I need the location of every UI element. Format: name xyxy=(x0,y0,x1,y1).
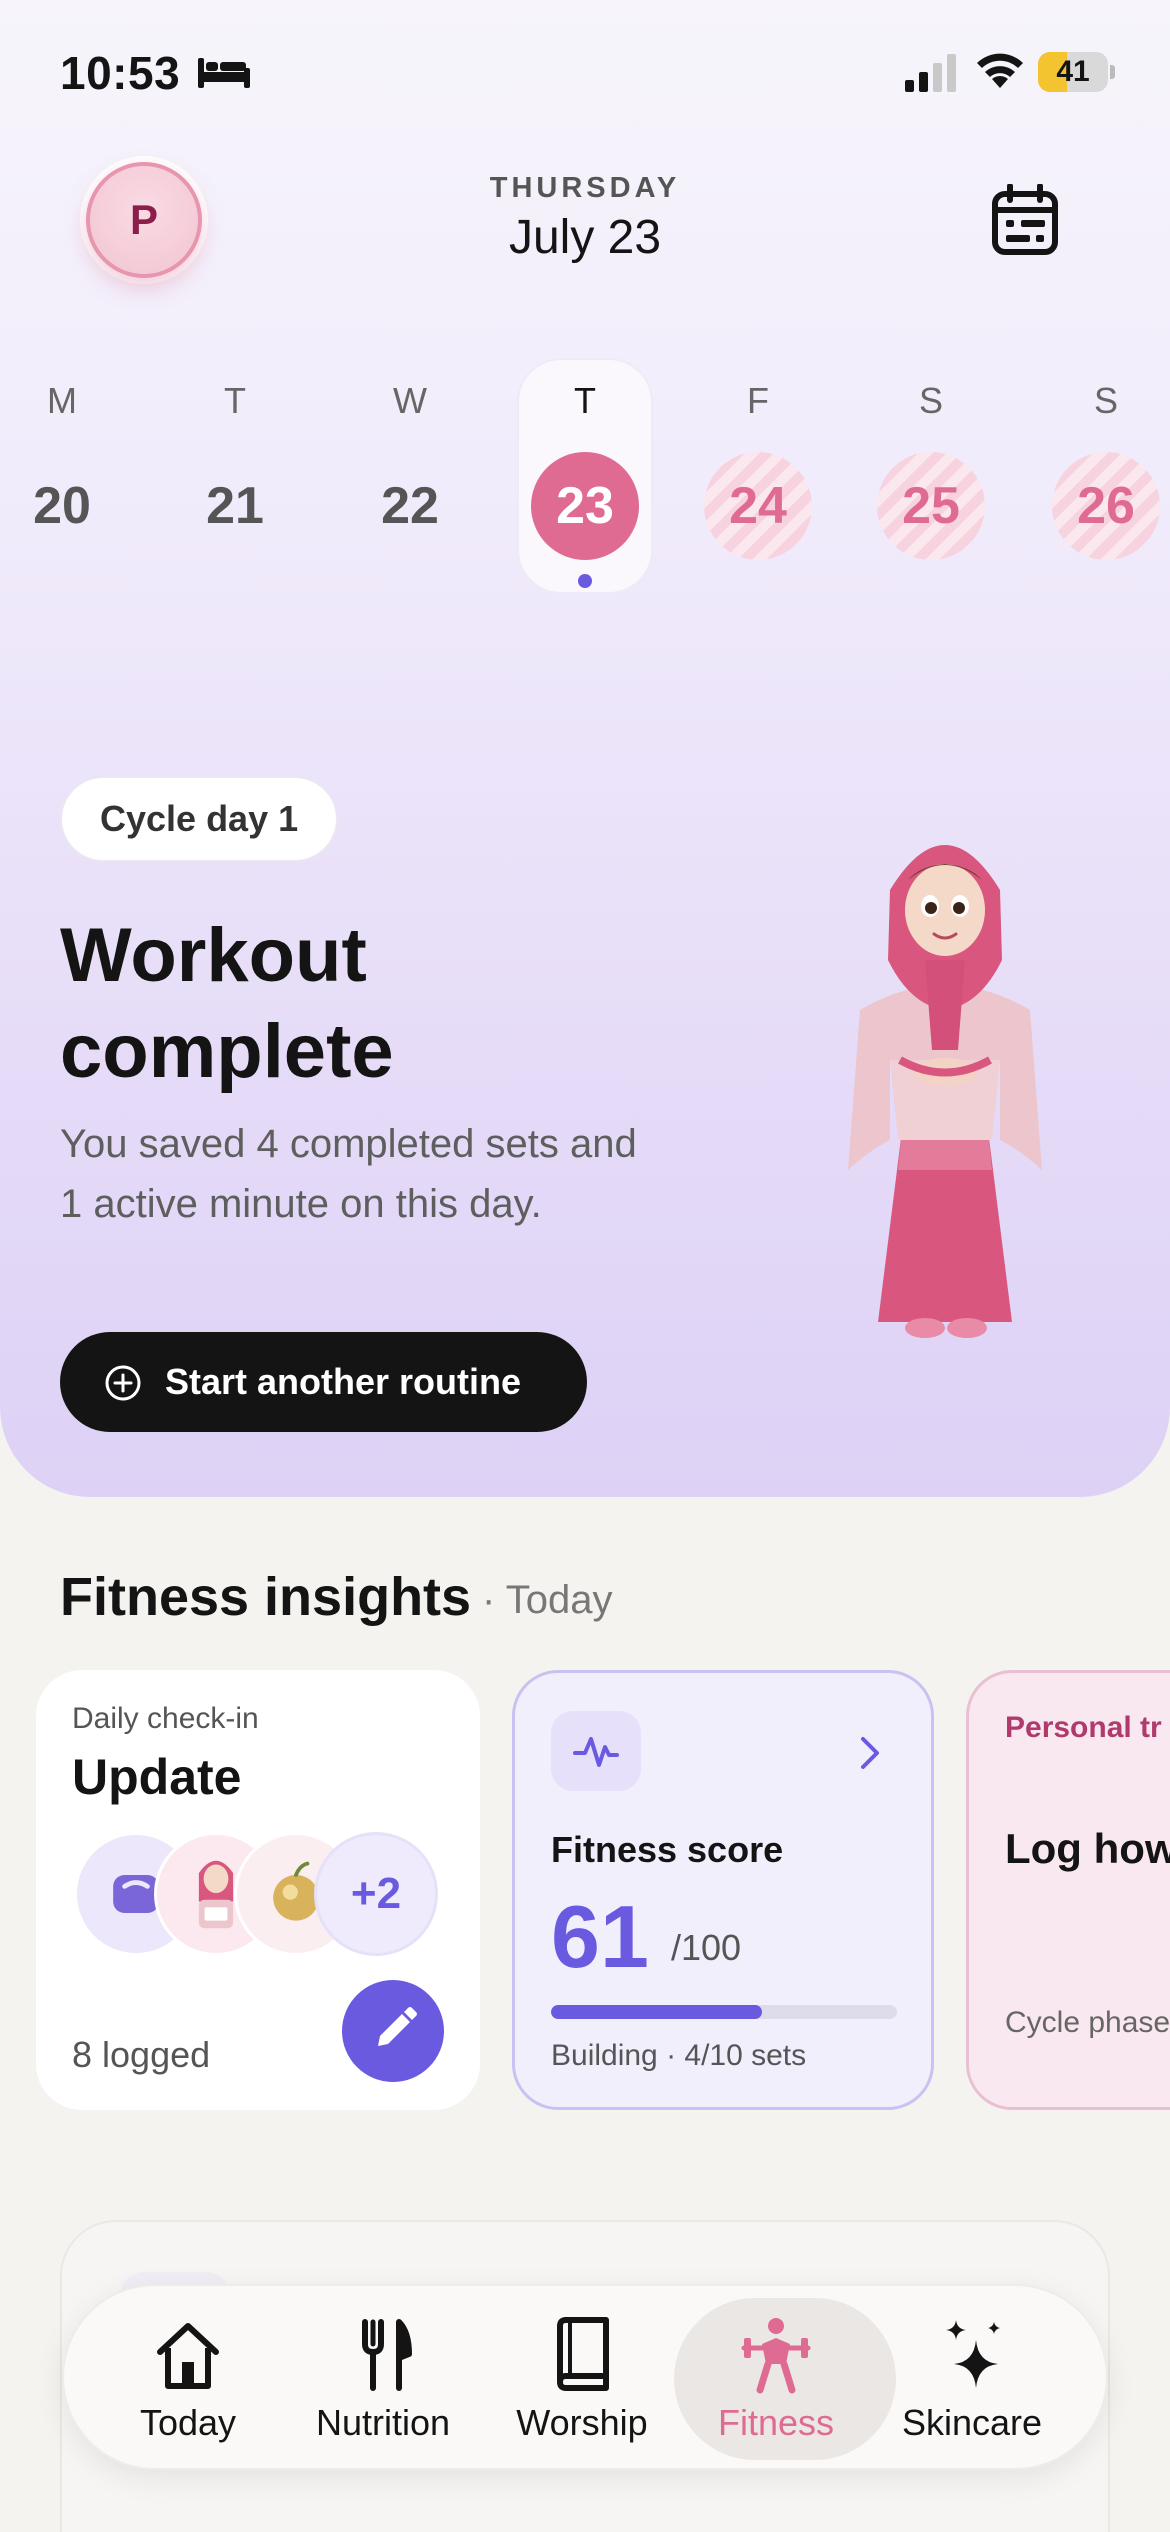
hero-title: Workout complete xyxy=(60,913,394,1094)
checkin-logged-count: 8 logged xyxy=(72,2034,211,2075)
avatar[interactable]: P xyxy=(86,162,202,278)
battery-indicator: 41 xyxy=(1038,52,1115,92)
header-date: July 23 xyxy=(508,211,662,264)
fitness-score-value: 61 xyxy=(551,1887,649,1986)
tab-label: Nutrition xyxy=(315,2402,451,2443)
insights-title: Fitness insights xyxy=(60,1567,472,1627)
day-letter: T xyxy=(224,380,246,421)
start-routine-button[interactable]: Start another routine xyxy=(60,1332,587,1432)
insights-subtitle: · Today xyxy=(482,1578,613,1622)
day-number: 23 xyxy=(531,452,639,560)
tab-skincare[interactable]: Skincare xyxy=(872,2286,1072,2472)
day-letter: S xyxy=(1093,380,1118,421)
day-number: 22 xyxy=(381,477,439,535)
tab-label: Skincare xyxy=(901,2402,1043,2443)
status-time: 10:53 xyxy=(60,47,181,99)
tab-label: Fitness xyxy=(717,2402,835,2443)
day-letter: W xyxy=(393,380,427,421)
house-icon xyxy=(157,2323,219,2389)
tab-today[interactable]: Today xyxy=(88,2286,288,2472)
day-monday[interactable]: M 20 xyxy=(0,360,142,590)
pulse-icon xyxy=(551,1711,641,1791)
wifi-icon xyxy=(977,53,1023,88)
day-letter: S xyxy=(918,380,943,421)
day-letter: T xyxy=(574,380,596,421)
header-day-name: THURSDAY xyxy=(489,172,681,204)
day-thursday-selected[interactable]: T 23 xyxy=(505,358,665,594)
day-number: 26 xyxy=(1052,452,1160,560)
week-strip: M 20 T 21 W 22 T 23 F 24 S 25 S 26 xyxy=(0,358,1170,600)
day-number: 25 xyxy=(877,452,985,560)
personal-small-label: Personal tr xyxy=(1005,1711,1162,1744)
more-items-badge: +2 xyxy=(314,1832,438,1956)
fitness-score-card[interactable]: Fitness score 61 /100 Building · 4/10 se… xyxy=(512,1670,934,2110)
hijabi-character-illustration xyxy=(848,845,1042,1338)
day-letter: F xyxy=(747,380,769,421)
day-number: 20 xyxy=(33,477,91,535)
book-icon xyxy=(557,2317,609,2391)
tab-fitness[interactable]: Fitness xyxy=(674,2286,896,2472)
fitness-score-footer: Building · 4/10 sets xyxy=(551,2039,807,2072)
fitness-score-max: /100 xyxy=(671,1927,742,1968)
bed-icon xyxy=(198,58,250,88)
edit-checkin-button[interactable] xyxy=(342,1980,444,2082)
tab-label: Worship xyxy=(516,2402,648,2443)
day-letter: M xyxy=(47,380,77,421)
start-routine-label: Start another routine xyxy=(165,1361,522,1402)
tab-nutrition[interactable]: Nutrition xyxy=(283,2286,483,2472)
personal-title: Log how workout xyxy=(1005,1825,1170,1872)
bottom-tab-bar: Today Nutrition Worship Fitness Skincare xyxy=(62,2284,1108,2470)
fitness-score-progress-fill xyxy=(551,2005,763,2019)
day-sunday[interactable]: S 26 xyxy=(1026,360,1170,590)
checkin-small-label: Daily check-in xyxy=(72,1702,259,1735)
battery-level: 41 xyxy=(1056,55,1090,88)
fork-knife-icon xyxy=(362,2319,412,2391)
fitness-score-progress xyxy=(551,2005,897,2019)
sparkle-icon xyxy=(946,2320,1000,2388)
cellular-signal-icon xyxy=(905,54,956,92)
tab-worship[interactable]: Worship xyxy=(482,2286,682,2472)
personal-footer: Cycle phase available fo xyxy=(1005,2006,1170,2039)
fitness-score-label: Fitness score xyxy=(551,1829,784,1870)
chevron-right-icon[interactable] xyxy=(855,1735,885,1771)
today-dot xyxy=(578,574,592,588)
day-number: 24 xyxy=(704,452,812,560)
tab-label: Today xyxy=(139,2402,237,2443)
day-tuesday[interactable]: T 21 xyxy=(155,360,315,590)
cycle-day-pill: Cycle day 1 xyxy=(60,776,339,862)
personal-training-card[interactable]: Personal tr Log how workout Cycle phase … xyxy=(966,1670,1170,2110)
hero-subtitle: You saved 4 completed sets and 1 active … xyxy=(60,1122,637,1226)
calendar-icon[interactable] xyxy=(990,184,1060,256)
plus-circle-icon xyxy=(105,1365,141,1401)
daily-checkin-card[interactable]: Daily check-in Update +2 8 logged xyxy=(36,1670,480,2110)
day-friday[interactable]: F 24 xyxy=(678,360,838,590)
day-number: 21 xyxy=(206,477,264,535)
day-saturday[interactable]: S 25 xyxy=(851,360,1011,590)
weightlifter-icon xyxy=(741,2318,811,2394)
pencil-icon xyxy=(378,2007,417,2046)
day-wednesday[interactable]: W 22 xyxy=(330,360,490,590)
checkin-title: Update xyxy=(72,1749,242,1805)
